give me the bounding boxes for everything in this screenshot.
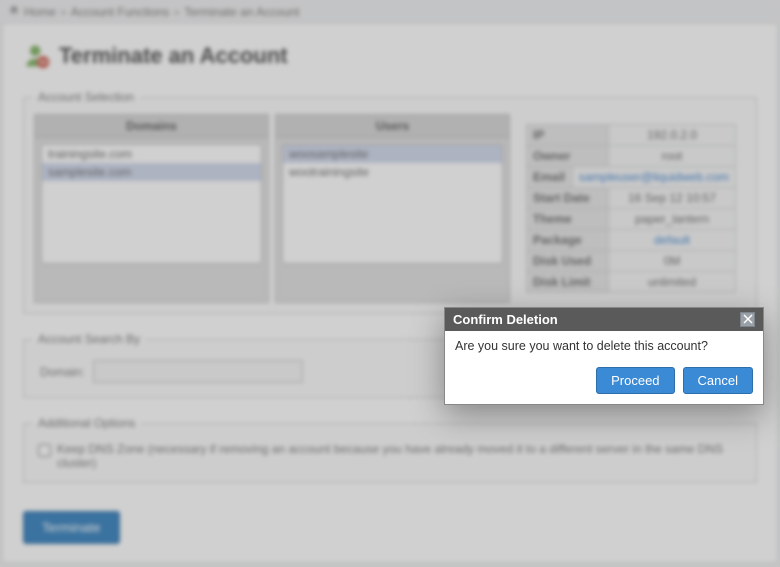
confirm-deletion-dialog: Confirm Deletion Are you sure you want t… <box>444 307 764 405</box>
dialog-cancel-button[interactable]: Cancel <box>683 367 753 394</box>
modal-overlay <box>0 0 780 567</box>
dialog-proceed-button[interactable]: Proceed <box>596 367 674 394</box>
dialog-close-button[interactable] <box>740 312 755 327</box>
dialog-message: Are you sure you want to delete this acc… <box>445 331 763 361</box>
dialog-title: Confirm Deletion <box>453 312 558 327</box>
